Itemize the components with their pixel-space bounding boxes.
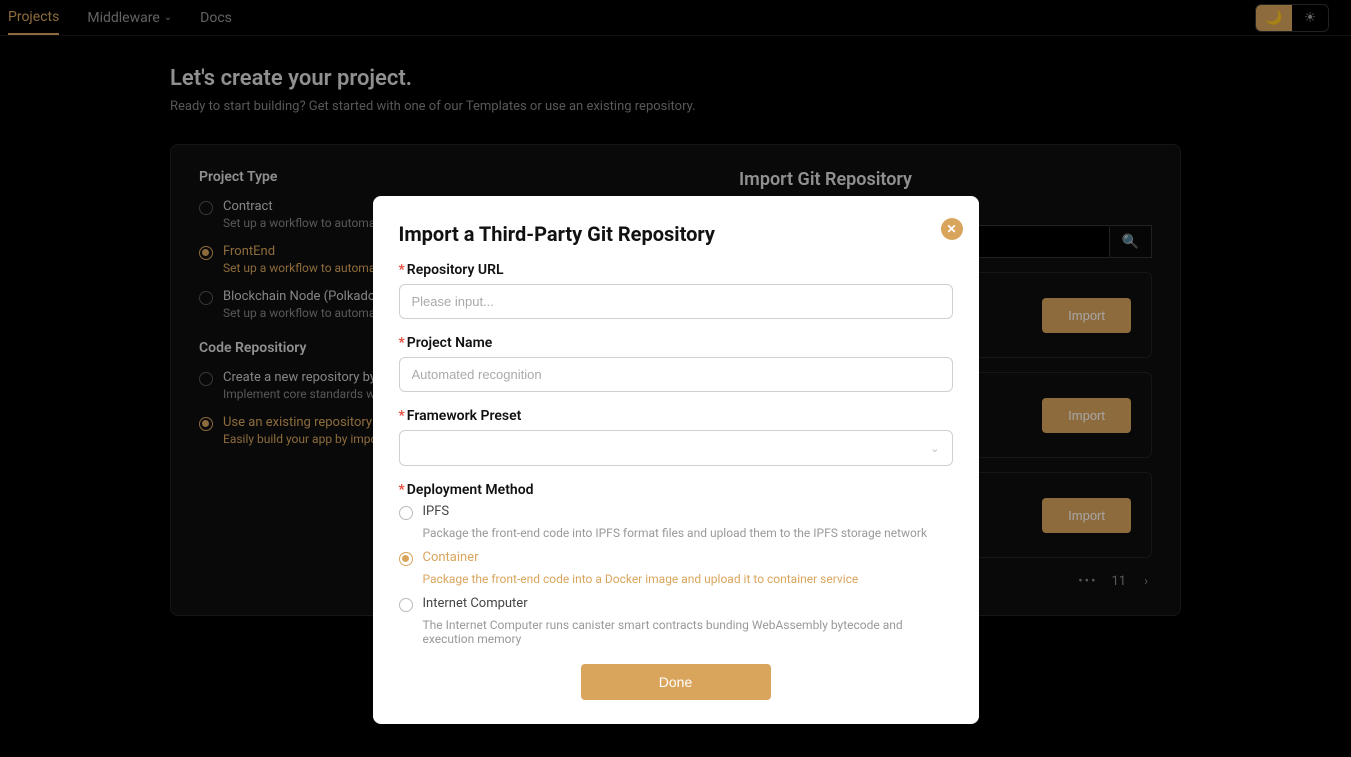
project-name-label: * Project Name [399,335,953,351]
radio-desc: Package the front-end code into IPFS for… [423,526,953,540]
close-button[interactable]: ✕ [941,218,963,240]
deploy-container[interactable]: Container [399,550,953,566]
modal-title: Import a Third-Party Git Repository [399,222,953,246]
radio-icon [399,506,413,520]
required-icon: * [399,262,405,278]
project-name-input[interactable] [399,357,953,392]
close-icon: ✕ [946,222,956,236]
required-icon: * [399,335,405,351]
radio-desc: Package the front-end code into a Docker… [423,572,953,586]
deploy-ic[interactable]: Internet Computer [399,596,953,612]
required-icon: * [399,482,405,498]
repo-url-input[interactable] [399,284,953,319]
done-button[interactable]: Done [581,664,771,700]
radio-desc: The Internet Computer runs canister smar… [423,618,953,646]
deploy-method-label: * Deployment Method [399,482,953,498]
radio-icon [399,552,413,566]
import-repo-modal: ✕ Import a Third-Party Git Repository * … [373,196,979,724]
repo-url-label: * Repository URL [399,262,953,278]
modal-overlay: ✕ Import a Third-Party Git Repository * … [0,0,1351,757]
chevron-down-icon: ⌄ [930,442,939,455]
radio-label: Container [423,550,479,565]
deploy-ipfs[interactable]: IPFS [399,504,953,520]
required-icon: * [399,408,405,424]
radio-label: Internet Computer [423,596,528,611]
framework-label: * Framework Preset [399,408,953,424]
framework-select[interactable]: ⌄ [399,430,953,466]
radio-label: IPFS [423,504,450,519]
radio-icon [399,598,413,612]
